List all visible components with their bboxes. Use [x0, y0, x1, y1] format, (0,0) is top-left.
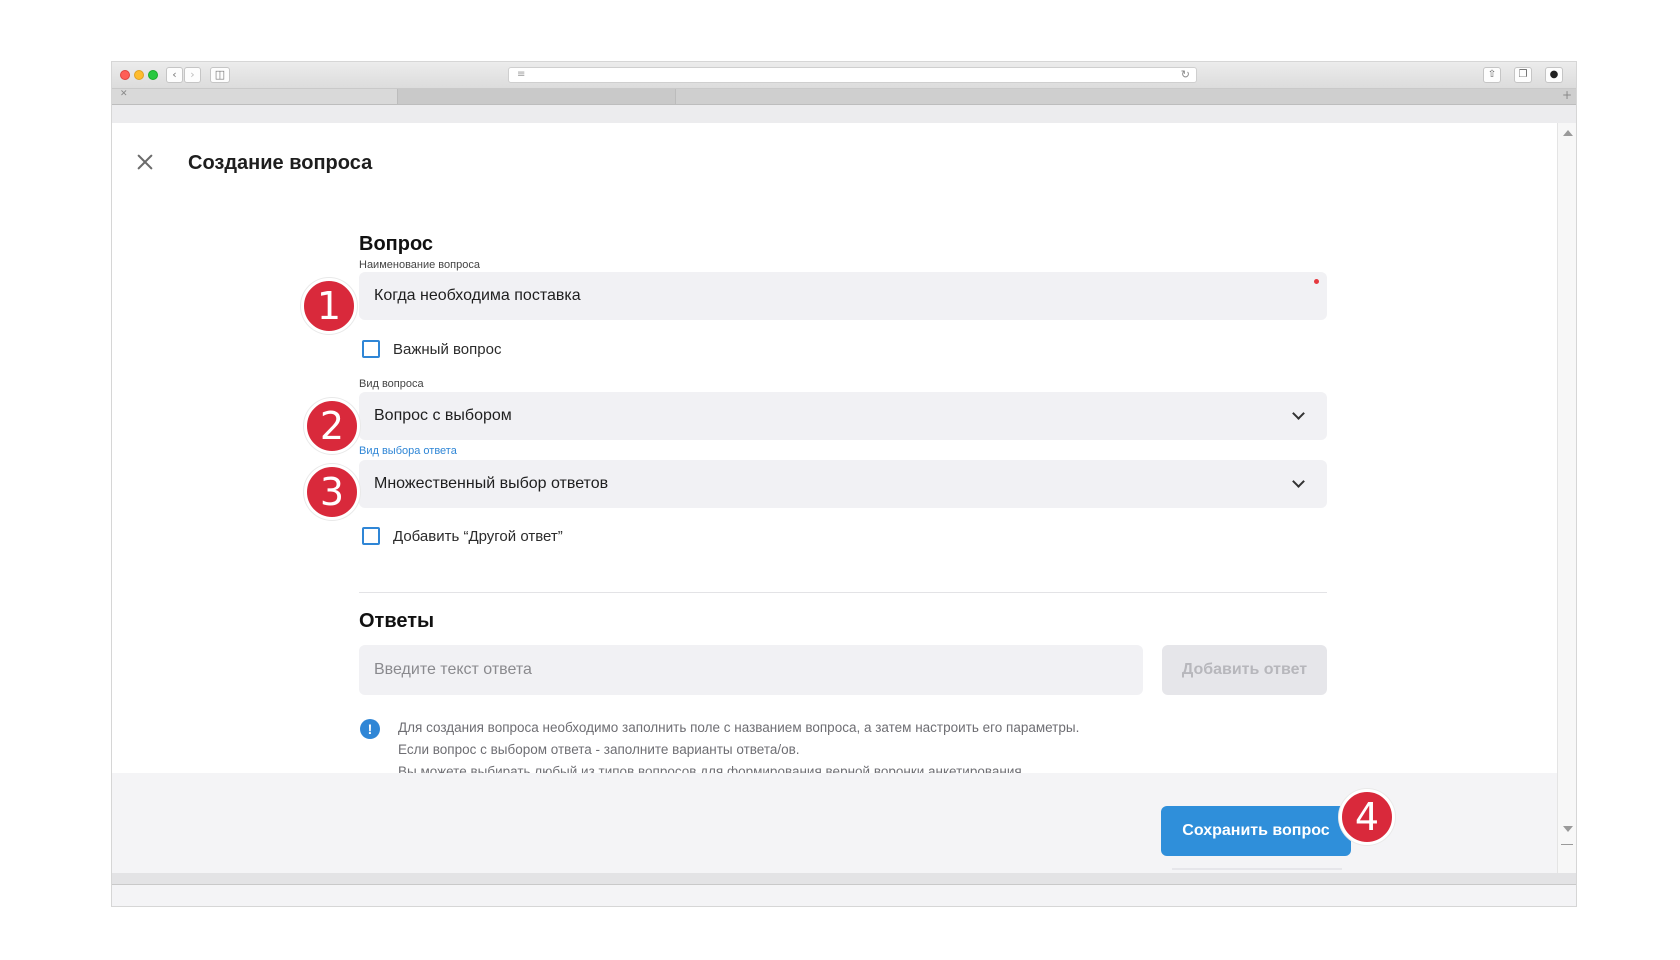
answers-section-title: Ответы: [359, 610, 435, 632]
answer-choice-type-value: Множественный выбор ответов: [374, 475, 609, 492]
question-type-label: Вид вопроса: [359, 378, 424, 390]
info-text-line: Для создания вопроса необходимо заполнит…: [398, 720, 1080, 735]
annotation-badge-2: 2: [304, 398, 360, 454]
info-text-line: Если вопрос с выбором ответа - заполните…: [398, 742, 800, 757]
answer-input-placeholder: Введите текст ответа: [374, 661, 532, 678]
forward-arrow-icon[interactable]: ›: [184, 67, 201, 83]
address-bar[interactable]: ≡ ↻: [508, 67, 1197, 83]
answer-choice-type-label: Вид выбора ответа: [359, 445, 457, 457]
answer-choice-type-select[interactable]: Множественный выбор ответов: [359, 460, 1327, 508]
question-section-title: Вопрос: [359, 233, 434, 255]
question-name-label: Наименование вопроса: [359, 259, 480, 271]
save-question-button[interactable]: Сохранить вопрос: [1161, 806, 1351, 856]
browser-status-bar: [112, 873, 1576, 885]
question-type-select[interactable]: Вопрос с выбором: [359, 392, 1327, 440]
scroll-down-arrow-icon[interactable]: [1563, 826, 1573, 832]
share-icon[interactable]: ⇧: [1483, 67, 1501, 83]
add-answer-button[interactable]: Добавить ответ: [1162, 645, 1327, 695]
new-tab-icon[interactable]: +: [1562, 88, 1572, 102]
annotation-badge-3: 3: [304, 464, 360, 520]
sidebar-toggle-icon[interactable]: ◫: [210, 67, 230, 83]
page-title: Создание вопроса: [188, 152, 373, 174]
browser-tab[interactable]: ✕: [112, 89, 398, 104]
extension-icon[interactable]: ●: [1545, 67, 1563, 83]
other-answer-checkbox[interactable]: [362, 527, 380, 545]
browser-tab[interactable]: [398, 89, 676, 104]
footer-divider: [1172, 868, 1342, 870]
important-question-label: Важный вопрос: [393, 341, 502, 358]
annotation-badge-1: 1: [301, 278, 357, 334]
maximize-window-icon[interactable]: [148, 70, 158, 80]
required-indicator: [1314, 279, 1319, 284]
reload-icon[interactable]: ↻: [1181, 68, 1190, 81]
question-type-value: Вопрос с выбором: [374, 407, 512, 424]
chevron-down-icon: [1292, 407, 1305, 420]
important-question-checkbox[interactable]: [362, 340, 380, 358]
section-divider: [359, 592, 1327, 593]
tabs-overview-icon[interactable]: ❐: [1514, 67, 1532, 83]
browser-toolbar: ‹ › ◫ ≡ ↻ ⇧ ❐ ●: [112, 62, 1576, 89]
info-icon: !: [360, 719, 380, 739]
chevron-down-icon: [1292, 475, 1305, 488]
tab-bar: ✕ +: [112, 88, 1576, 105]
other-answer-label: Добавить “Другой ответ”: [393, 528, 563, 545]
close-window-icon[interactable]: [120, 70, 130, 80]
back-arrow-icon[interactable]: ‹: [166, 67, 183, 83]
question-name-input[interactable]: Когда необходима поставка: [359, 272, 1327, 320]
annotation-badge-4: 4: [1339, 789, 1395, 845]
tab-close-icon[interactable]: ✕: [120, 89, 128, 99]
question-name-value: Когда необходима поставка: [374, 287, 581, 304]
reader-menu-icon[interactable]: ≡: [517, 69, 525, 80]
close-icon[interactable]: [136, 153, 154, 171]
minimize-window-icon[interactable]: [134, 70, 144, 80]
answer-text-input[interactable]: Введите текст ответа: [359, 645, 1143, 695]
scroll-end-marker: [1561, 844, 1573, 845]
scroll-up-arrow-icon[interactable]: [1563, 130, 1573, 136]
vertical-scrollbar[interactable]: [1557, 123, 1576, 873]
page-header-strip: [112, 105, 1576, 123]
